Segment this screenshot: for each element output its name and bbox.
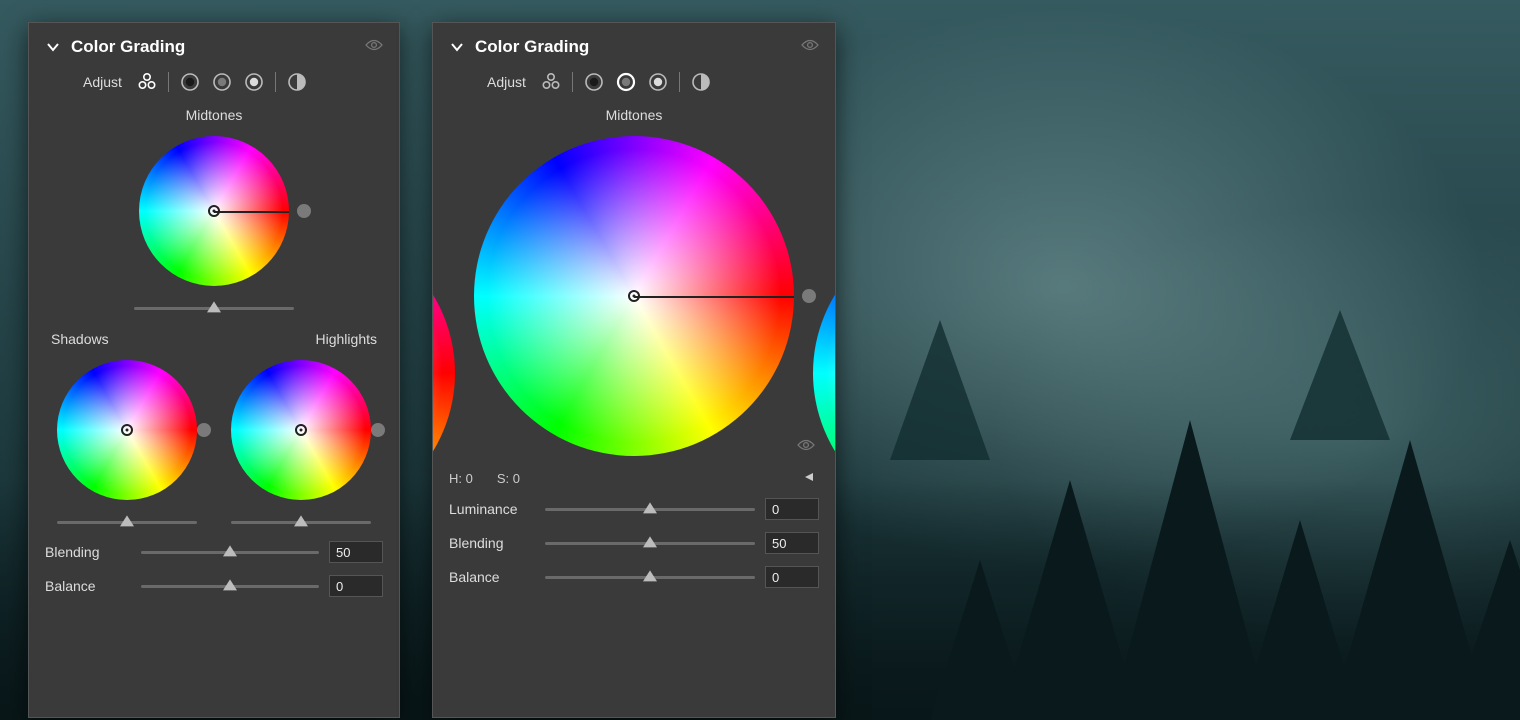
hue-saturation-readout: H: 0 S: 0 xyxy=(449,471,819,486)
shadows-view-icon[interactable] xyxy=(179,71,201,93)
midtones-label: Midtones xyxy=(449,107,819,123)
disclosure-triangle-icon[interactable] xyxy=(803,471,815,486)
highlights-view-icon[interactable] xyxy=(243,71,265,93)
blending-value[interactable]: 50 xyxy=(765,532,819,554)
luminance-slider[interactable] xyxy=(545,502,755,516)
midtones-wheel-handle[interactable] xyxy=(628,290,640,302)
adjust-view-switcher: Adjust xyxy=(83,71,383,93)
shadows-sat-handle[interactable] xyxy=(197,423,211,437)
luminance-label: Luminance xyxy=(449,501,535,517)
luminance-value[interactable]: 0 xyxy=(765,498,819,520)
shadows-color-wheel[interactable] xyxy=(57,360,197,500)
saturation-label: S: 0 xyxy=(497,471,520,486)
adjust-view-switcher: Adjust xyxy=(487,71,819,93)
midtones-sat-handle[interactable] xyxy=(297,204,311,218)
visibility-toggle-icon[interactable] xyxy=(801,38,819,57)
blending-value[interactable]: 50 xyxy=(329,541,383,563)
global-view-icon[interactable] xyxy=(690,71,712,93)
highlights-luminance-slider[interactable] xyxy=(231,515,371,529)
midtones-label: Midtones xyxy=(45,107,383,123)
threeway-view-icon[interactable] xyxy=(540,71,562,93)
threeway-view-icon[interactable] xyxy=(136,71,158,93)
visibility-toggle-icon[interactable] xyxy=(365,38,383,57)
shadows-wheel-handle[interactable] xyxy=(121,424,133,436)
shadows-label: Shadows xyxy=(51,331,209,347)
midtones-view-icon[interactable] xyxy=(211,71,233,93)
blending-label: Blending xyxy=(449,535,535,551)
highlights-color-wheel[interactable] xyxy=(231,360,371,500)
shadows-view-icon[interactable] xyxy=(583,71,605,93)
color-grading-panel-single: Color Grading Adjust Midtones xyxy=(432,22,836,718)
adjust-label: Adjust xyxy=(487,74,526,90)
balance-label: Balance xyxy=(45,578,131,594)
midtones-color-wheel[interactable] xyxy=(474,136,794,456)
balance-slider[interactable] xyxy=(545,570,755,584)
blending-slider[interactable] xyxy=(141,545,319,559)
blending-label: Blending xyxy=(45,544,131,560)
highlights-label: Highlights xyxy=(219,331,377,347)
midtones-wheel-handle[interactable] xyxy=(208,205,220,217)
shadows-luminance-slider[interactable] xyxy=(57,515,197,529)
highlights-view-icon[interactable] xyxy=(647,71,669,93)
hue-label: H: 0 xyxy=(449,471,473,486)
global-view-icon[interactable] xyxy=(286,71,308,93)
balance-value[interactable]: 0 xyxy=(329,575,383,597)
midtones-luminance-slider[interactable] xyxy=(134,301,294,315)
collapse-toggle[interactable] xyxy=(449,39,465,55)
balance-value[interactable]: 0 xyxy=(765,566,819,588)
adjust-label: Adjust xyxy=(83,74,122,90)
wheel-visibility-icon[interactable] xyxy=(797,438,815,457)
highlights-wheel-handle[interactable] xyxy=(295,424,307,436)
balance-slider[interactable] xyxy=(141,579,319,593)
balance-label: Balance xyxy=(449,569,535,585)
blending-slider[interactable] xyxy=(545,536,755,550)
collapse-toggle[interactable] xyxy=(45,39,61,55)
midtones-sat-handle[interactable] xyxy=(802,289,816,303)
panel-title: Color Grading xyxy=(71,37,355,57)
highlights-sat-handle[interactable] xyxy=(371,423,385,437)
midtones-view-icon[interactable] xyxy=(615,71,637,93)
panel-title: Color Grading xyxy=(475,37,791,57)
midtones-color-wheel[interactable] xyxy=(139,136,289,286)
color-grading-panel-threeway: Color Grading Adjust Midtones xyxy=(28,22,400,718)
